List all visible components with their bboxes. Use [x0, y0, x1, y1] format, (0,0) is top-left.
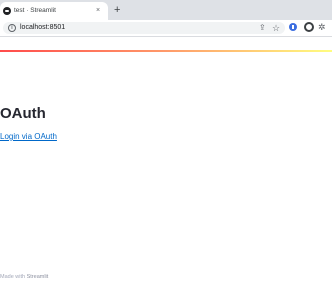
extensions-puzzle-icon[interactable]: ✲ — [318, 21, 326, 33]
share-icon[interactable]: ⇪ — [259, 23, 266, 33]
footer-brand-link[interactable]: Streamlit — [27, 274, 49, 280]
close-tab-icon[interactable]: × — [96, 5, 100, 16]
browser-toolbar: i localhost:8501 ⇪ ☆ ✲ — [0, 20, 332, 37]
extension-info-icon[interactable] — [289, 23, 297, 31]
streamlit-favicon-icon — [3, 7, 11, 15]
url-text[interactable]: localhost:8501 — [20, 22, 65, 34]
tab-title: test · Streamlit — [14, 7, 56, 14]
browser-tab[interactable]: test · Streamlit × — [0, 2, 108, 20]
header-decoration-bar — [0, 50, 332, 52]
new-tab-button[interactable]: + — [114, 2, 120, 18]
extension-circle-icon[interactable] — [304, 22, 314, 32]
login-via-oauth-link[interactable]: Login via OAuth — [0, 131, 57, 143]
address-bar[interactable]: i localhost:8501 ⇪ ☆ — [3, 22, 285, 34]
footer: Made with Streamlit — [0, 272, 48, 282]
site-info-icon[interactable]: i — [8, 24, 16, 32]
page-title: OAuth — [0, 105, 46, 122]
footer-prefix: Made with — [0, 274, 27, 280]
browser-tab-strip: test · Streamlit × + — [0, 0, 332, 20]
bookmark-star-icon[interactable]: ☆ — [272, 22, 280, 34]
